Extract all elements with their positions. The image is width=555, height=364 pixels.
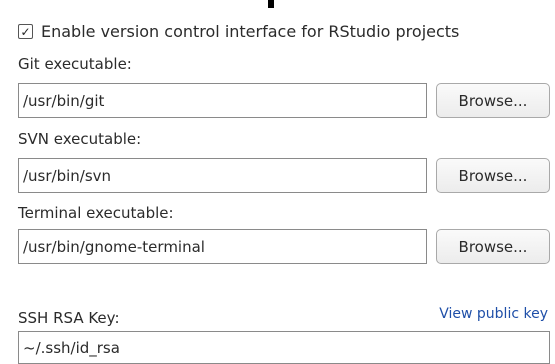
top-edge-mark [268, 0, 274, 8]
enable-vcs-label: Enable version control interface for RSt… [41, 22, 460, 41]
terminal-executable-input[interactable]: /usr/bin/gnome-terminal [18, 229, 427, 264]
terminal-browse-button[interactable]: Browse... [436, 229, 550, 264]
git-executable-label: Git executable: [18, 55, 132, 73]
enable-vcs-row[interactable]: ✓ Enable version control interface for R… [18, 22, 459, 41]
view-public-key-link[interactable]: View public key [439, 306, 548, 322]
git-executable-input[interactable]: /usr/bin/git [18, 83, 427, 118]
svn-browse-button[interactable]: Browse... [436, 158, 550, 193]
svn-executable-input[interactable]: /usr/bin/svn [18, 158, 427, 193]
ssh-key-label: SSH RSA Key: [18, 309, 120, 327]
enable-vcs-checkbox[interactable]: ✓ [18, 24, 33, 39]
checkmark-icon: ✓ [20, 24, 31, 39]
svn-executable-label: SVN executable: [18, 130, 142, 148]
git-browse-button[interactable]: Browse... [436, 83, 550, 118]
ssh-key-input[interactable]: ~/.ssh/id_rsa [18, 331, 550, 364]
terminal-executable-label: Terminal executable: [18, 204, 174, 222]
